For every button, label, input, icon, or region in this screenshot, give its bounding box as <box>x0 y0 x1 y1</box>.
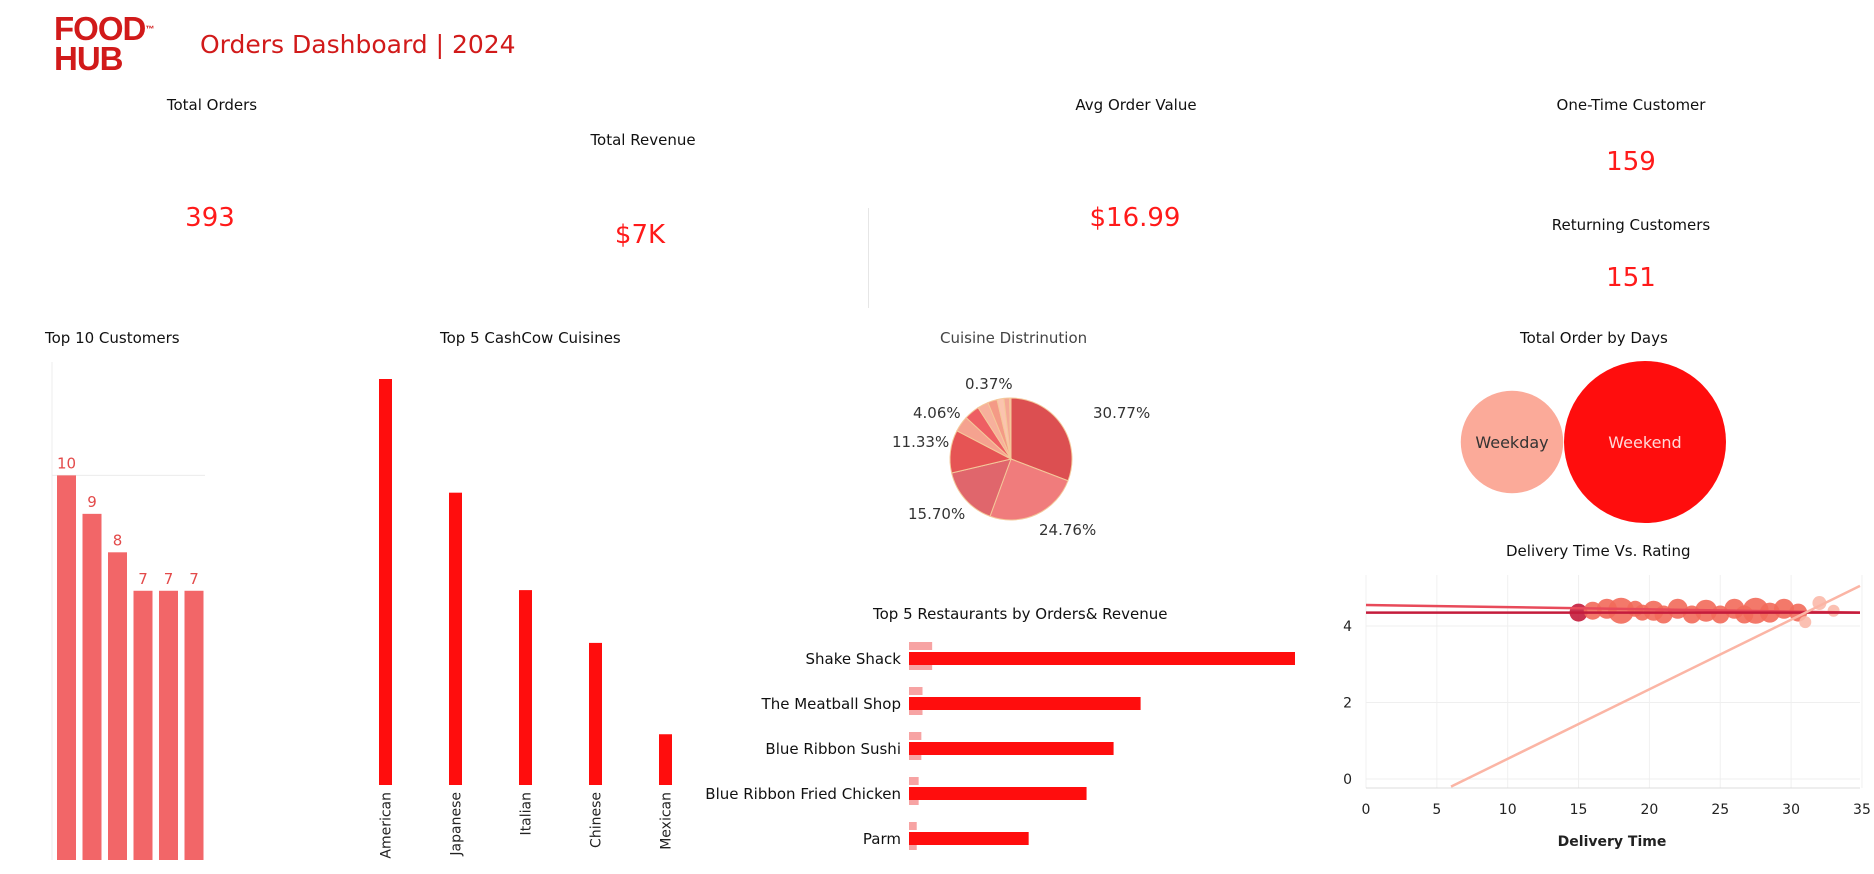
scatter-x-tick: 10 <box>1499 802 1517 818</box>
restaurant-label: Parm <box>863 830 901 848</box>
cuisine-distribution-chart: 30.77% 24.76% 15.70% 11.33% 4.06%0.37% <box>892 375 1150 539</box>
scatter-x-tick: 35 <box>1853 802 1871 818</box>
customer-bar-label: 7 <box>189 570 199 588</box>
customer-bar <box>133 590 153 860</box>
scatter-x-tick: 30 <box>1782 802 1800 818</box>
cuisine-axis-label: Japanese <box>449 792 465 857</box>
customer-bar-label: 7 <box>138 570 148 588</box>
pie-slice-label: 24.76% <box>1039 521 1096 539</box>
customer-bar <box>82 513 102 860</box>
top5-restaurants-chart: Shake Shack The Meatball Shop Blue Ribbon … <box>705 642 1295 850</box>
pie-slice-label: 11.33% <box>892 433 949 451</box>
restaurant-label: Blue Ribbon Sushi <box>765 740 901 758</box>
cuisine-bar <box>379 379 392 785</box>
customer-bar-label: 8 <box>113 531 123 549</box>
delivery-rating-chart: 0 5 10 15 20 25 30 35 0 2 4 Delivery Time <box>1343 575 1871 850</box>
restaurant-orders-bar <box>909 652 1295 665</box>
scatter-x-tick: 15 <box>1570 802 1588 818</box>
cuisine-axis-label: Mexican <box>659 792 675 850</box>
scatter-x-tick: 25 <box>1711 802 1729 818</box>
restaurant-label: Blue Ribbon Fried Chicken <box>705 785 901 803</box>
scatter-point <box>1799 616 1812 629</box>
restaurant-orders-bar <box>909 787 1087 800</box>
top10-customers-chart: 10987 7 7 <box>51 362 205 860</box>
scatter-x-axis-label: Delivery Time <box>1558 834 1667 850</box>
customer-bar <box>184 590 204 860</box>
cuisine-bar <box>519 590 532 785</box>
scatter-x-tick: 20 <box>1640 802 1658 818</box>
days-bubble-label: Weekend <box>1608 433 1681 452</box>
scatter-x-tick: 0 <box>1362 802 1371 818</box>
order-by-days-chart: Weekday Weekend <box>1460 361 1726 523</box>
pie-slice-label: 30.77% <box>1093 404 1150 422</box>
scatter-point <box>1827 604 1840 617</box>
scatter-y-tick: 2 <box>1343 696 1352 712</box>
customer-bar-label: 10 <box>57 454 76 472</box>
restaurant-revenue-bar <box>909 687 923 695</box>
customer-bar-label: 7 <box>164 570 174 588</box>
cuisine-bar <box>659 734 672 785</box>
days-bubble-label: Weekday <box>1475 433 1548 452</box>
cuisine-bar <box>449 492 462 785</box>
cuisine-axis-label: Italian <box>519 792 535 835</box>
restaurant-revenue-bar <box>909 732 922 740</box>
restaurant-orders-bar <box>909 697 1141 710</box>
pie-slice-label: 4.06% <box>913 404 961 422</box>
restaurant-orders-bar <box>909 742 1114 755</box>
restaurant-revenue-bar <box>909 642 933 650</box>
restaurant-label: Shake Shack <box>805 650 901 668</box>
customer-bar <box>57 475 76 860</box>
cuisine-bar <box>589 642 602 785</box>
scatter-x-tick: 5 <box>1432 802 1441 818</box>
restaurant-orders-bar <box>909 832 1029 845</box>
restaurant-label: The Meatball Shop <box>761 695 901 713</box>
pie-slice-label: 15.70% <box>908 505 965 523</box>
scatter-y-tick: 4 <box>1343 619 1352 635</box>
top5-cuisines-chart: American Japanese Italian Chinese Mexican <box>379 379 675 859</box>
pie-slice-label: 0.37% <box>965 375 1013 393</box>
customer-bar-label: 9 <box>87 493 97 511</box>
restaurant-revenue-bar <box>909 822 917 830</box>
cuisine-axis-label: Chinese <box>589 792 605 848</box>
charts-canvas: 10987 7 7 American Japanese Italian Chinese Me… <box>51 361 1871 860</box>
customer-bar <box>159 590 178 860</box>
scatter-y-tick: 0 <box>1343 772 1352 788</box>
restaurant-revenue-bar <box>909 777 919 785</box>
customer-bar <box>108 552 127 860</box>
cuisine-axis-label: American <box>379 792 395 859</box>
